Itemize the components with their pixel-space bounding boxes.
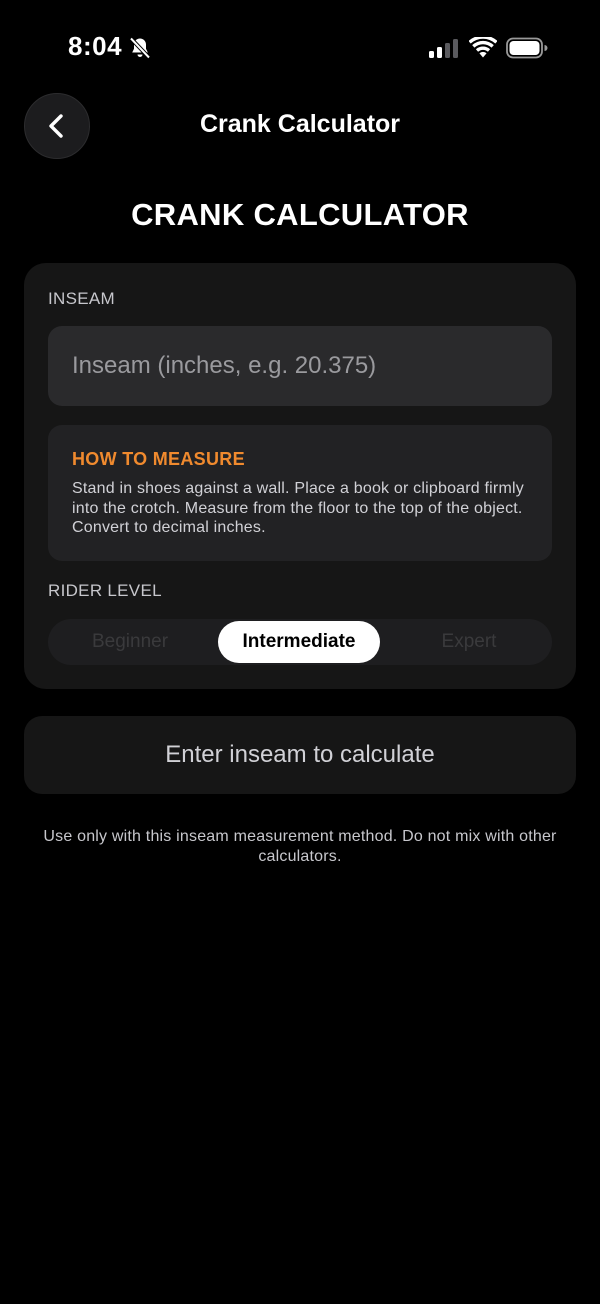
- how-to-measure-box: HOW TO MEASURE Stand in shoes against a …: [48, 425, 552, 561]
- rider-level-expert[interactable]: Expert: [388, 621, 550, 663]
- page-heading: CRANK CALCULATOR: [131, 197, 469, 232]
- cellular-signal-icon: [429, 38, 461, 58]
- how-to-measure-text: Stand in shoes against a wall. Place a b…: [72, 480, 524, 536]
- bell-slash-icon: [128, 36, 152, 60]
- nav-title: Crank Calculator: [199, 110, 401, 138]
- disclaimer-text: Use only with this inseam measurement me…: [43, 828, 557, 865]
- battery-icon: [506, 37, 548, 59]
- calculator-card: INSEAM HOW TO MEASURE Stand in shoes aga…: [24, 263, 576, 689]
- status-time: 8:04: [68, 31, 123, 61]
- inseam-input[interactable]: [48, 326, 552, 406]
- wifi-icon: [468, 35, 498, 59]
- rider-level-label: RIDER LEVEL: [48, 581, 162, 600]
- status-bar: 8:04: [0, 0, 600, 96]
- rider-level-segmented-control: Beginner Intermediate Expert: [48, 619, 552, 665]
- calculate-button[interactable]: Enter inseam to calculate: [24, 716, 576, 794]
- rider-level-beginner[interactable]: Beginner: [50, 621, 210, 663]
- inseam-label: INSEAM: [48, 289, 115, 308]
- rider-level-intermediate[interactable]: Intermediate: [218, 621, 380, 663]
- how-to-measure-title: HOW TO MEASURE: [72, 449, 245, 469]
